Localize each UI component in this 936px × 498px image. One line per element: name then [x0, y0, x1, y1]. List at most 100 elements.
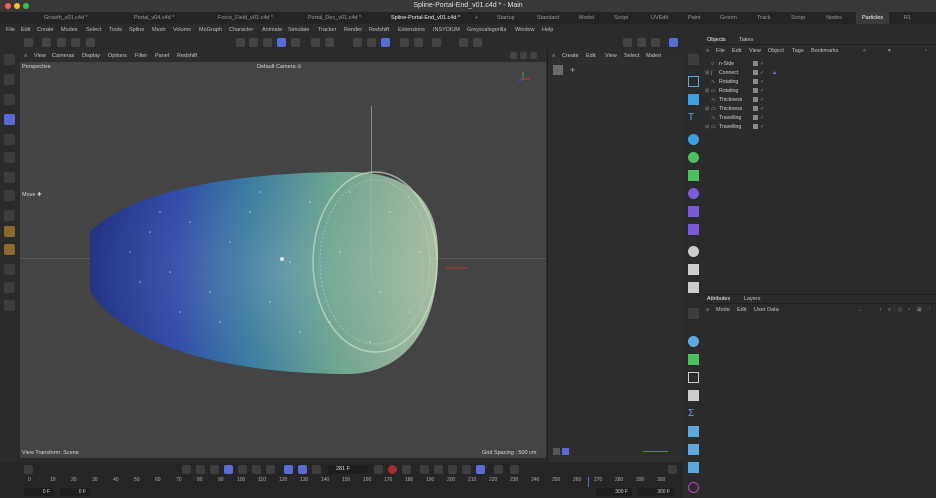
brush-settings-icon[interactable]	[4, 244, 15, 255]
menu-item[interactable]: Animate	[262, 24, 282, 36]
list-item[interactable]: ∿ Travelling ✓	[703, 114, 936, 122]
settings-gear-icon[interactable]	[688, 336, 699, 347]
tab-objects[interactable]: Objects	[707, 36, 726, 45]
render-active-icon[interactable]	[651, 38, 660, 47]
next-frame-icon[interactable]	[238, 465, 247, 474]
sound-icon[interactable]	[312, 465, 321, 474]
visibility-dot-icon[interactable]	[753, 115, 758, 120]
menu-item[interactable]: Edit	[21, 24, 30, 36]
search-icon[interactable]: ⌕	[863, 46, 866, 56]
menu-item[interactable]: Mesh	[152, 24, 165, 36]
viewport-options-icon[interactable]: ≡	[24, 50, 27, 62]
text-icon[interactable]: T	[688, 112, 699, 123]
camera-icon[interactable]	[688, 264, 699, 275]
menu-item[interactable]: Modes	[61, 24, 78, 36]
tab-attributes[interactable]: Attributes	[707, 295, 730, 304]
layout-switch-icon[interactable]	[669, 38, 678, 47]
move-key-icon[interactable]	[420, 465, 429, 474]
render-view-icon[interactable]	[414, 38, 423, 47]
grid-view-icon[interactable]	[553, 448, 560, 455]
pin-icon[interactable]	[688, 308, 699, 319]
menu-item[interactable]: Character	[229, 24, 253, 36]
menu-item[interactable]: Create	[37, 24, 54, 36]
more-icon[interactable]: ⋮	[927, 305, 933, 315]
objects-menu-item[interactable]: Edit	[732, 46, 741, 56]
playback-mode-icon[interactable]	[298, 465, 307, 474]
end-frame-field[interactable]: 300 F	[638, 488, 674, 496]
enabled-check-icon[interactable]: ✓	[760, 69, 764, 77]
undo-icon[interactable]	[24, 38, 33, 47]
keyframe-icon[interactable]	[24, 465, 33, 474]
tag-icon[interactable]: ▲	[772, 69, 777, 77]
grid-snap-icon[interactable]	[381, 38, 390, 47]
ipr-icon[interactable]	[459, 38, 468, 47]
objects-menu-item[interactable]: View	[749, 46, 761, 56]
layers-icon[interactable]	[688, 462, 699, 473]
add-icon[interactable]: +	[570, 65, 580, 75]
bracket-icon[interactable]	[688, 426, 699, 437]
lock-icon[interactable]: ▫	[908, 305, 910, 315]
preview-start-field[interactable]: 0 F	[60, 488, 90, 496]
menu-item[interactable]: Window	[515, 24, 535, 36]
transform-icon[interactable]	[4, 172, 15, 183]
list-view-icon[interactable]	[562, 448, 569, 455]
generator-icon[interactable]	[688, 134, 699, 145]
minimize-window-button[interactable]	[14, 3, 20, 9]
texture-mode-icon[interactable]	[291, 38, 300, 47]
viewport-menu-item[interactable]: View	[34, 50, 46, 62]
previous-key-icon[interactable]	[196, 465, 205, 474]
grid-icon[interactable]	[367, 38, 376, 47]
keyframe-selection-icon[interactable]	[402, 465, 411, 474]
menu-item[interactable]: Volume	[173, 24, 191, 36]
next-key-icon[interactable]	[252, 465, 261, 474]
layout-tab[interactable]: Startup	[497, 12, 515, 24]
layout-tab[interactable]: Script	[614, 12, 628, 24]
menu-item[interactable]: INSYDIUM	[433, 24, 460, 36]
menu-item[interactable]: Simulate	[288, 24, 309, 36]
rotate-key-icon[interactable]	[434, 465, 443, 474]
motion-icon[interactable]	[510, 465, 519, 474]
viewport-menu-item[interactable]: Redshift	[177, 50, 197, 62]
material-menu-item[interactable]: View	[605, 50, 617, 62]
file-tab-active[interactable]: Spline-Portal-End_v01.c4d *	[391, 12, 460, 24]
panel-options-icon[interactable]: ≡	[552, 50, 555, 62]
visibility-dot-icon[interactable]	[753, 61, 758, 66]
brush-icon[interactable]	[4, 210, 15, 221]
go-to-start-icon[interactable]	[182, 465, 191, 474]
render-settings-icon[interactable]	[432, 38, 441, 47]
menu-item[interactable]: Help	[542, 24, 553, 36]
picture-viewer-icon[interactable]	[623, 38, 632, 47]
fullscreen-icon[interactable]	[668, 465, 677, 474]
tab-layers[interactable]: Layers	[744, 295, 761, 304]
material-menu-item[interactable]: Select	[624, 50, 639, 62]
material-menu-item[interactable]: Edit	[586, 50, 595, 62]
layout-tab-active[interactable]: Particles	[856, 12, 890, 24]
list-item[interactable]: ∿ Rotating ✓	[703, 78, 936, 86]
material-menu-item[interactable]: Materi	[646, 50, 661, 62]
scene-icon[interactable]	[688, 246, 699, 257]
camera-nav-icon[interactable]	[510, 52, 517, 59]
filter-icon[interactable]: ▾	[888, 46, 891, 56]
up-arrow-icon[interactable]: ↑	[879, 305, 882, 315]
file-tab[interactable]: Portal_Dec_v01.c4d *	[308, 12, 361, 24]
layout-tab[interactable]: Standard	[537, 12, 559, 24]
close-window-button[interactable]	[5, 3, 11, 9]
visibility-dot-icon[interactable]	[753, 79, 758, 84]
menu-item[interactable]: Spline	[129, 24, 144, 36]
paint-icon[interactable]	[4, 226, 15, 237]
attributes-menu-item[interactable]: Mode	[716, 305, 730, 315]
current-frame-field[interactable]: 281 F	[328, 465, 368, 474]
sigma-icon[interactable]: Σ	[688, 408, 699, 419]
file-tab[interactable]: Portal_v04.c4d *	[134, 12, 174, 24]
point-level-icon[interactable]	[476, 465, 485, 474]
snap-settings-icon[interactable]	[249, 38, 258, 47]
enabled-check-icon[interactable]: ✓	[760, 105, 764, 113]
panel-menu-icon[interactable]: ≡	[706, 305, 709, 315]
attributes-menu-item[interactable]: User Data	[754, 305, 779, 315]
viewport-menu-item[interactable]: Panel	[155, 50, 169, 62]
attributes-menu-item[interactable]: Edit	[737, 305, 746, 315]
layout-tab[interactable]: Script	[791, 12, 805, 24]
layout-tab[interactable]: Paint	[688, 12, 701, 24]
layout-tab[interactable]: UVEdit	[651, 12, 668, 24]
list-item[interactable]: ⊞ ∫ Connect ✓ ▲	[703, 69, 936, 77]
